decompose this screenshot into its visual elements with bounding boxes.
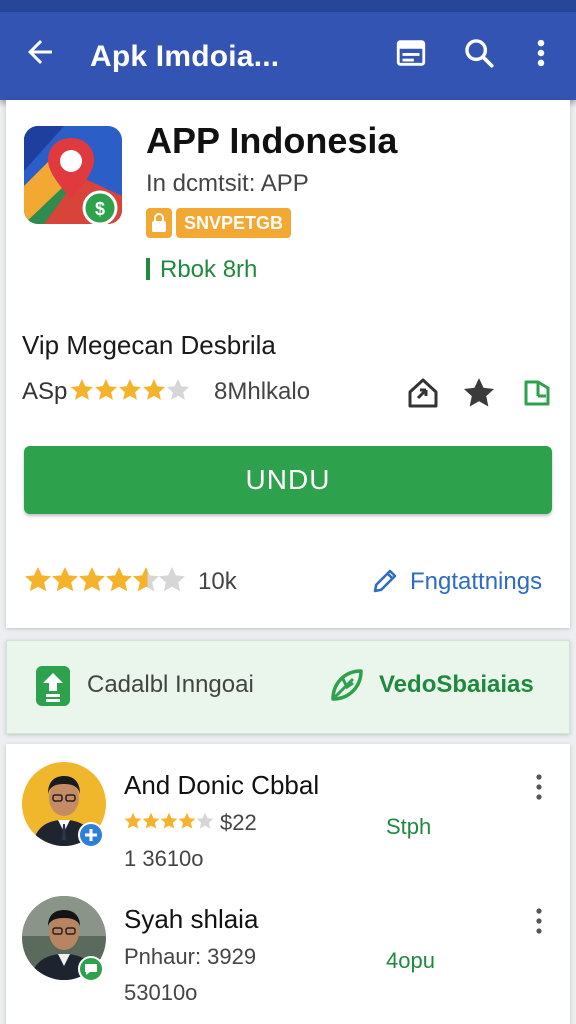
star-icon[interactable] bbox=[462, 376, 496, 410]
reviews-card: And Donic Cbbal $22 Stph 1 3610o Syah sh… bbox=[6, 744, 570, 1024]
reviewer-name: And Donic Cbbal bbox=[124, 770, 320, 800]
rate-link[interactable]: Fngtattnings bbox=[410, 568, 542, 596]
info-right-label[interactable]: VedoSbaiaias bbox=[379, 671, 534, 699]
more-vert-icon[interactable] bbox=[532, 772, 546, 802]
section-title: Vip Megecan Desbrila bbox=[22, 330, 276, 360]
app-subtitle: In dcmtsit: APP bbox=[146, 170, 309, 197]
developer-link[interactable]: Rbok 8rh bbox=[146, 256, 257, 284]
app-title: APP Indonesia bbox=[146, 120, 398, 161]
meta-row: ASp 8Mhlkalo bbox=[22, 376, 562, 410]
review-tag: 4opu bbox=[386, 948, 435, 973]
share-icon[interactable] bbox=[406, 376, 440, 410]
rating-row: 10k Fngtattnings bbox=[24, 564, 554, 600]
review-detail: Pnhaur: 3929 bbox=[124, 944, 257, 969]
rating-stars-large bbox=[24, 566, 186, 596]
list-icon[interactable] bbox=[394, 36, 428, 70]
app-logo-icon: $ bbox=[24, 126, 122, 224]
leaf-icon bbox=[331, 669, 363, 701]
back-arrow-icon[interactable] bbox=[22, 34, 58, 70]
pencil-icon[interactable] bbox=[370, 566, 400, 596]
review-meta: 1 3610o bbox=[124, 846, 204, 871]
app-badge: SNVPETGB bbox=[146, 208, 292, 238]
bookmark-icon[interactable] bbox=[520, 376, 554, 410]
chat-badge-icon bbox=[78, 956, 104, 982]
download-doc-icon bbox=[36, 666, 70, 706]
review-price: $22 bbox=[220, 810, 257, 835]
app-detail-card: $ APP Indonesia In dcmtsit: APP SNVPETGB… bbox=[6, 100, 570, 628]
rating-label: ASp bbox=[22, 378, 68, 405]
count-text: 8Mhlkalo bbox=[214, 378, 311, 405]
status-bar bbox=[0, 0, 576, 12]
review-item[interactable]: Syah shlaia Pnhaur: 3929 4opu 53010o bbox=[6, 896, 570, 1016]
badge-label: SNVPETGB bbox=[176, 208, 292, 238]
verified-badge-icon bbox=[78, 822, 104, 848]
more-vert-icon[interactable] bbox=[524, 36, 558, 70]
search-icon[interactable] bbox=[462, 36, 496, 70]
page-title: Apk Imdoia... bbox=[90, 40, 280, 73]
lock-icon bbox=[146, 208, 172, 238]
install-button[interactable]: UNDU bbox=[24, 446, 552, 514]
review-meta: 53010o bbox=[124, 980, 198, 1005]
rating-stars bbox=[70, 378, 192, 404]
review-tag: Stph bbox=[386, 814, 432, 839]
rating-count: 10k bbox=[198, 568, 237, 595]
svg-text:$: $ bbox=[95, 199, 105, 219]
info-left-label[interactable]: Cadalbl Inngoai bbox=[87, 671, 254, 699]
more-vert-icon[interactable] bbox=[532, 906, 546, 936]
reviewer-name: Syah shlaia bbox=[124, 904, 259, 934]
developer-link-label: Rbok 8rh bbox=[160, 256, 258, 283]
review-stars bbox=[124, 812, 216, 832]
app-bar: Apk Imdoia... bbox=[0, 12, 576, 100]
info-strip: Cadalbl Inngoai VedoSbaiaias bbox=[6, 640, 570, 734]
review-item[interactable]: And Donic Cbbal $22 Stph 1 3610o bbox=[6, 762, 570, 882]
